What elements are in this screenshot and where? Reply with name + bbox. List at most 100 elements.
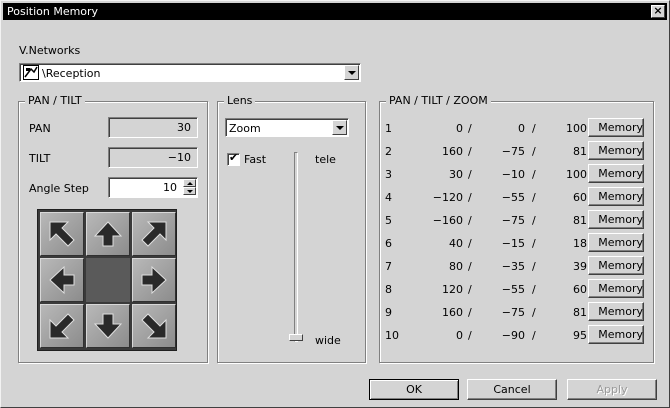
pad-center bbox=[86, 258, 130, 302]
separator: / bbox=[532, 145, 536, 158]
pan-left-button[interactable] bbox=[40, 258, 84, 302]
memory-index: 4 bbox=[385, 191, 392, 204]
fast-checkbox[interactable] bbox=[227, 151, 240, 166]
memory-button-10[interactable]: Memory bbox=[588, 325, 644, 344]
spin-up-icon[interactable] bbox=[183, 179, 196, 187]
pan-down-left-button[interactable] bbox=[40, 304, 84, 348]
memory-button-9[interactable]: Memory bbox=[588, 302, 644, 321]
arrow-up-icon bbox=[93, 221, 123, 247]
memory-button-6[interactable]: Memory bbox=[588, 233, 644, 252]
memory-tilt-value: −90 bbox=[501, 329, 525, 342]
tilt-label: TILT bbox=[29, 152, 51, 165]
pan-tilt-group-title: PAN / TILT bbox=[25, 94, 85, 107]
pan-value: 30 bbox=[177, 121, 191, 134]
position-memory-dialog: Position Memory × V.Networks \Reception … bbox=[0, 0, 670, 408]
ptz-memory-row: 1 0 / 0 / 100 Memory bbox=[385, 118, 650, 138]
pan-up-right-button[interactable] bbox=[132, 212, 176, 256]
separator: / bbox=[468, 283, 472, 296]
memory-pan-value: 0 bbox=[456, 122, 463, 135]
tilt-value: −10 bbox=[167, 151, 191, 164]
separator: / bbox=[532, 260, 536, 273]
ptz-memory-row: 10 0 / −90 / 95 Memory bbox=[385, 325, 650, 345]
memory-index: 6 bbox=[385, 237, 392, 250]
lens-mode-value: Zoom bbox=[229, 122, 261, 135]
separator: / bbox=[532, 237, 536, 250]
separator: / bbox=[468, 168, 472, 181]
network-selected-value: \Reception bbox=[42, 67, 101, 80]
lens-group-title: Lens bbox=[224, 94, 256, 107]
ptz-memory-row: 8 120 / −55 / 60 Memory bbox=[385, 279, 650, 299]
lens-mode-select[interactable]: Zoom bbox=[225, 118, 349, 137]
apply-button[interactable]: Apply bbox=[567, 379, 657, 400]
ptz-memory-row: 9 160 / −75 / 81 Memory bbox=[385, 302, 650, 322]
networks-label: V.Networks bbox=[19, 44, 81, 57]
memory-pan-value: 0 bbox=[456, 329, 463, 342]
ok-button[interactable]: OK bbox=[369, 379, 459, 400]
zoom-slider-thumb[interactable] bbox=[289, 334, 303, 341]
memory-zoom-value: 60 bbox=[573, 191, 587, 204]
memory-pan-value: 160 bbox=[442, 145, 463, 158]
separator: / bbox=[532, 168, 536, 181]
pan-down-button[interactable] bbox=[86, 304, 130, 348]
memory-index: 8 bbox=[385, 283, 392, 296]
pan-value-field: 30 bbox=[108, 117, 198, 138]
cancel-button[interactable]: Cancel bbox=[467, 379, 557, 400]
direction-pad bbox=[37, 209, 177, 351]
memory-zoom-value: 100 bbox=[566, 168, 587, 181]
network-select[interactable]: \Reception bbox=[19, 63, 361, 82]
memory-index: 5 bbox=[385, 214, 392, 227]
zoom-slider-track[interactable] bbox=[294, 152, 298, 342]
memory-button-3[interactable]: Memory bbox=[588, 164, 644, 183]
memory-index: 1 bbox=[385, 122, 392, 135]
ptz-memory-row: 6 40 / −15 / 18 Memory bbox=[385, 233, 650, 253]
pan-label: PAN bbox=[29, 122, 51, 135]
memory-zoom-value: 81 bbox=[573, 145, 587, 158]
memory-pan-value: 120 bbox=[442, 283, 463, 296]
memory-tilt-value: −15 bbox=[501, 237, 525, 250]
separator: / bbox=[532, 306, 536, 319]
pan-right-button[interactable] bbox=[132, 258, 176, 302]
memory-button-7[interactable]: Memory bbox=[588, 256, 644, 275]
arrow-down-icon bbox=[93, 313, 123, 339]
separator: / bbox=[468, 122, 472, 135]
memory-zoom-value: 39 bbox=[573, 260, 587, 273]
memory-pan-value: −160 bbox=[432, 214, 463, 227]
memory-button-5[interactable]: Memory bbox=[588, 210, 644, 229]
memory-tilt-value: −35 bbox=[501, 260, 525, 273]
spin-down-icon[interactable] bbox=[183, 187, 196, 195]
memory-zoom-value: 100 bbox=[566, 122, 587, 135]
pan-up-button[interactable] bbox=[86, 212, 130, 256]
memory-tilt-value: −75 bbox=[501, 214, 525, 227]
memory-tilt-value: −10 bbox=[501, 168, 525, 181]
fast-label: Fast bbox=[244, 153, 267, 166]
memory-index: 3 bbox=[385, 168, 392, 181]
memory-index: 7 bbox=[385, 260, 392, 273]
memory-button-2[interactable]: Memory bbox=[588, 141, 644, 160]
angle-step-spin-buttons[interactable] bbox=[183, 179, 196, 196]
angle-step-spinner[interactable]: 10 bbox=[108, 177, 198, 198]
memory-button-1[interactable]: Memory bbox=[588, 118, 644, 137]
separator: / bbox=[532, 191, 536, 204]
network-dropdown-arrow-icon[interactable] bbox=[344, 65, 359, 80]
lens-group: Lens bbox=[217, 94, 366, 363]
separator: / bbox=[468, 191, 472, 204]
memory-tilt-value: −55 bbox=[501, 191, 525, 204]
arrow-up-left-icon bbox=[49, 221, 75, 247]
arrow-left-icon bbox=[49, 265, 75, 295]
separator: / bbox=[532, 329, 536, 342]
memory-pan-value: 40 bbox=[449, 237, 463, 250]
memory-button-4[interactable]: Memory bbox=[588, 187, 644, 206]
memory-pan-value: −120 bbox=[432, 191, 463, 204]
title-bar: Position Memory × bbox=[3, 3, 667, 20]
pan-down-right-button[interactable] bbox=[132, 304, 176, 348]
lens-dropdown-arrow-icon[interactable] bbox=[332, 120, 347, 135]
memory-tilt-value: −75 bbox=[501, 145, 525, 158]
tele-label: tele bbox=[315, 153, 336, 166]
memory-button-8[interactable]: Memory bbox=[588, 279, 644, 298]
memory-tilt-value: −75 bbox=[501, 306, 525, 319]
memory-zoom-value: 81 bbox=[573, 214, 587, 227]
pan-up-left-button[interactable] bbox=[40, 212, 84, 256]
close-button[interactable]: × bbox=[651, 5, 665, 18]
memory-index: 2 bbox=[385, 145, 392, 158]
separator: / bbox=[468, 214, 472, 227]
